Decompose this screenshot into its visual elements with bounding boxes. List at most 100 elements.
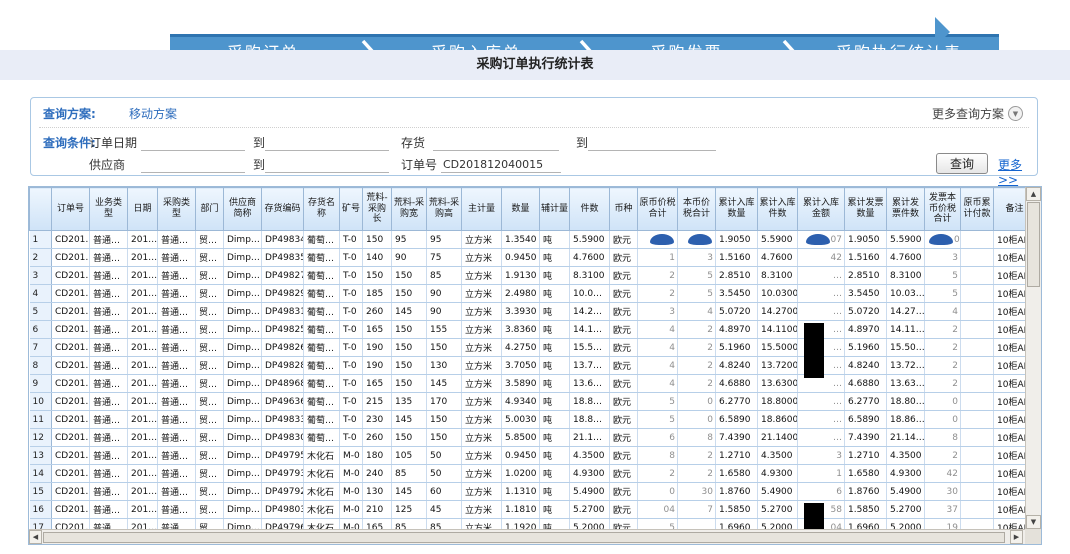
table-cell[interactable]: 5.2000 — [570, 519, 610, 530]
table-cell[interactable]: 吨 — [540, 357, 570, 375]
table-cell[interactable]: 165 — [363, 375, 392, 393]
row-number-cell[interactable]: 1 — [30, 231, 52, 249]
table-cell[interactable]: 140 — [363, 249, 392, 267]
table-cell[interactable]: 立方米 — [462, 501, 502, 519]
table-cell[interactable]: 14.2700 — [758, 303, 798, 321]
table-cell[interactable]: 185 — [363, 285, 392, 303]
table-cell[interactable]: 1.6580 — [845, 465, 887, 483]
table-cell[interactable]: 150 — [392, 339, 427, 357]
table-cell[interactable]: 贸… — [196, 411, 224, 429]
table-cell[interactable]: 8.3100 — [758, 267, 798, 285]
table-cell[interactable]: 欧元 — [610, 411, 638, 429]
table-cell[interactable]: 2 — [925, 339, 961, 357]
table-cell[interactable]: 5.2700 — [758, 501, 798, 519]
table-cell[interactable]: 2 — [638, 267, 678, 285]
table-cell[interactable] — [961, 483, 994, 501]
table-cell[interactable]: 葡萄… — [304, 393, 340, 411]
table-cell[interactable]: 4 — [638, 339, 678, 357]
table-cell[interactable]: 150 — [392, 321, 427, 339]
row-number-cell[interactable]: 8 — [30, 357, 52, 375]
table-cell[interactable]: 6.5890 — [845, 411, 887, 429]
table-cell[interactable]: 6.5890 — [716, 411, 758, 429]
table-cell[interactable]: 14.1… — [570, 321, 610, 339]
table-cell[interactable]: 2 — [678, 465, 716, 483]
table-cell[interactable]: 吨 — [540, 267, 570, 285]
table-cell[interactable]: 欧元 — [610, 339, 638, 357]
table-cell[interactable]: Dimp… — [224, 501, 262, 519]
table-cell[interactable]: 190 — [363, 339, 392, 357]
table-cell[interactable]: 10柜AR/B — [994, 465, 1026, 483]
table-cell[interactable]: 普通… — [158, 321, 196, 339]
table-cell[interactable]: 葡萄… — [304, 339, 340, 357]
table-cell[interactable]: 贸… — [196, 267, 224, 285]
table-cell[interactable]: CD201… — [52, 375, 90, 393]
table-cell[interactable]: Dimp… — [224, 357, 262, 375]
column-header[interactable]: 发票本币价税合计 — [925, 188, 961, 231]
table-cell[interactable]: 普通… — [90, 411, 128, 429]
table-cell[interactable]: 葡萄… — [304, 357, 340, 375]
row-number-cell[interactable]: 11 — [30, 411, 52, 429]
table-cell[interactable]: 3.5890 — [502, 375, 540, 393]
table-cell[interactable]: 普通… — [158, 393, 196, 411]
table-cell[interactable]: … — [798, 321, 845, 339]
table-cell[interactable]: … — [798, 393, 845, 411]
table-cell[interactable]: 13.63… — [887, 375, 925, 393]
table-cell[interactable]: 4.7600 — [570, 249, 610, 267]
table-cell[interactable]: 10.03… — [887, 285, 925, 303]
table-cell[interactable]: Dimp… — [224, 447, 262, 465]
table-cell[interactable]: Dimp… — [224, 519, 262, 530]
table-cell[interactable]: 1.6580 — [716, 465, 758, 483]
table-cell[interactable]: 立方米 — [462, 429, 502, 447]
column-header[interactable]: 采购类型 — [158, 188, 196, 231]
table-cell[interactable]: 145 — [427, 375, 462, 393]
table-cell[interactable]: 10.0… — [570, 285, 610, 303]
table-cell[interactable] — [961, 231, 994, 249]
table-cell[interactable]: 1.9050 — [716, 231, 758, 249]
table-cell[interactable]: 1.5160 — [845, 249, 887, 267]
table-cell[interactable]: 普通… — [90, 231, 128, 249]
table-cell[interactable]: 普通… — [90, 429, 128, 447]
table-cell[interactable] — [961, 267, 994, 285]
table-cell[interactable]: 50 — [427, 465, 462, 483]
table-cell[interactable]: 1.0200 — [502, 465, 540, 483]
table-cell[interactable] — [961, 303, 994, 321]
table-cell[interactable]: 04 — [638, 501, 678, 519]
table-cell[interactable]: 1.2710 — [716, 447, 758, 465]
table-cell[interactable]: 10柜AR/B — [994, 429, 1026, 447]
table-cell[interactable]: 普通… — [90, 447, 128, 465]
table-cell[interactable]: 4.9300 — [570, 465, 610, 483]
table-cell[interactable]: 90 — [392, 249, 427, 267]
table-cell[interactable]: 欧元 — [610, 267, 638, 285]
row-number-cell[interactable]: 3 — [30, 267, 52, 285]
table-cell[interactable]: T-0 — [340, 285, 363, 303]
table-cell[interactable]: 135 — [392, 393, 427, 411]
table-cell[interactable]: M-0 — [340, 501, 363, 519]
table-cell[interactable]: 立方米 — [462, 411, 502, 429]
table-cell[interactable]: 立方米 — [462, 465, 502, 483]
table-cell[interactable]: 4.6880 — [716, 375, 758, 393]
table-cell[interactable]: DP49831 — [262, 303, 304, 321]
table-cell[interactable]: 15.5000 — [758, 339, 798, 357]
table-cell[interactable]: … — [798, 303, 845, 321]
table-cell[interactable]: 普通… — [90, 393, 128, 411]
table-cell[interactable]: 5 — [925, 267, 961, 285]
table-cell[interactable]: 葡萄… — [304, 231, 340, 249]
table-cell[interactable]: 木化石 — [304, 465, 340, 483]
table-cell[interactable]: 普通… — [90, 267, 128, 285]
column-header[interactable]: 累计入库数量 — [716, 188, 758, 231]
table-cell[interactable]: 欧元 — [610, 483, 638, 501]
table-cell[interactable]: 13.6… — [570, 375, 610, 393]
table-cell[interactable]: 葡萄… — [304, 267, 340, 285]
table-cell[interactable]: 08 — [925, 231, 961, 249]
table-cell[interactable]: 145 — [392, 303, 427, 321]
table-cell[interactable]: 贸… — [196, 231, 224, 249]
table-cell[interactable]: 215 — [363, 393, 392, 411]
table-cell[interactable]: 2 — [678, 339, 716, 357]
table-cell[interactable]: 1.8760 — [845, 483, 887, 501]
row-number-cell[interactable]: 9 — [30, 375, 52, 393]
table-cell[interactable]: 7.4390 — [716, 429, 758, 447]
table-cell[interactable]: 1 — [798, 465, 845, 483]
table-cell[interactable]: T-0 — [340, 393, 363, 411]
table-cell[interactable]: DP49828 — [262, 357, 304, 375]
table-cell[interactable]: 2 — [925, 321, 961, 339]
